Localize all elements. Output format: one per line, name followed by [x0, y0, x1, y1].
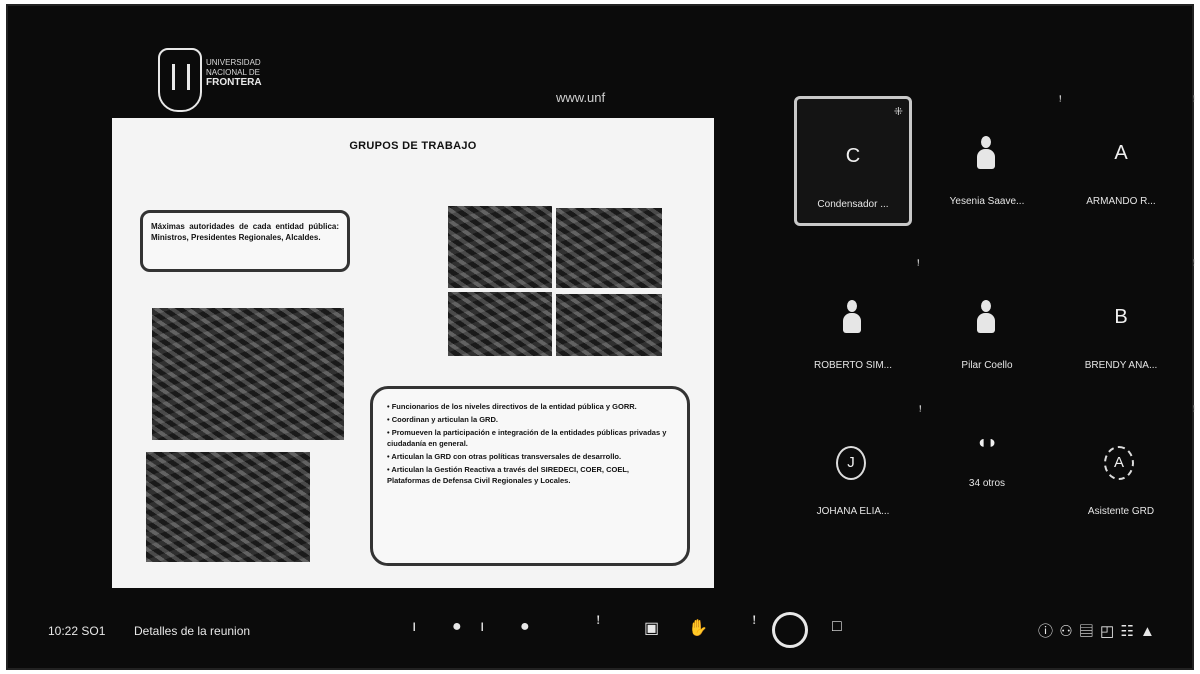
participant-name: ROBERTO SIM...: [814, 360, 892, 371]
participant-photo: [976, 300, 996, 333]
participant-avatar: J: [836, 446, 866, 480]
meeting-details-link[interactable]: Detalles de la reunion: [134, 624, 250, 638]
slide-title: GRUPOS DE TRABAJO: [349, 140, 477, 152]
muted-mic-icon: ꜝ: [916, 260, 920, 274]
participant-name: Pilar Coello: [961, 360, 1013, 371]
muted-mic-icon: ꜝ: [1192, 406, 1196, 420]
participant-avatar: A: [1104, 446, 1134, 480]
meeting-time: 10:22 SO1: [48, 624, 106, 638]
camera-dropdown-icon[interactable]: ı: [480, 618, 484, 636]
participant-tile-roberto[interactable]: ꜝ ROBERTO SIM...: [794, 260, 920, 390]
captions-icon[interactable]: ꜝ: [596, 618, 600, 636]
mic-dropdown-icon[interactable]: ı: [412, 618, 416, 636]
pin-icon[interactable]: ⁜: [894, 105, 903, 118]
university-name: UNIVERSIDAD NACIONAL DE FRONTERA: [206, 58, 286, 88]
share-icon[interactable]: ▣: [644, 618, 659, 638]
participant-name: BRENDY ANA...: [1084, 360, 1158, 371]
participant-tile-johana[interactable]: ꜝ J JOHANA ELIA...: [794, 406, 922, 536]
shared-slide: GRUPOS DE TRABAJO Máximas autoridades de…: [112, 118, 714, 588]
slide-photo-flood: [146, 452, 310, 562]
participant-avatar: C: [845, 145, 861, 167]
participant-name: ARMANDO R...: [1086, 196, 1156, 207]
functions-item: • Funcionarios de los niveles directivos…: [387, 402, 637, 411]
hand-icon[interactable]: ✋: [688, 618, 708, 638]
chat-icon[interactable]: ▤: [1079, 623, 1095, 640]
participant-tile-brendy[interactable]: ꜝ B BRENDY ANA...: [1062, 260, 1196, 390]
more-options-icon[interactable]: ꜝ: [752, 618, 756, 636]
leave-button[interactable]: [772, 612, 808, 648]
muted-mic-icon: ꜝ: [1192, 260, 1196, 274]
muted-mic-icon: ꜝ: [918, 406, 922, 420]
slide-url: www.unf: [556, 90, 606, 105]
participant-tile-asistente[interactable]: ꜝ A Asistente GRD: [1062, 406, 1196, 536]
participant-avatar: A: [1114, 142, 1128, 164]
functions-item: • Articulan la GRD con otras políticas t…: [387, 452, 622, 461]
university-line-3: FRONTERA: [206, 77, 262, 88]
participant-photo: [976, 136, 996, 169]
university-logo: [158, 48, 202, 112]
settings-icon[interactable]: ☷: [1120, 623, 1134, 640]
participant-tile-others[interactable]: ◖◗ 34 otros: [928, 406, 1046, 536]
participant-tile-pilar[interactable]: Pilar Coello: [928, 260, 1046, 390]
functions-box: • Funcionarios de los niveles directivos…: [370, 386, 690, 566]
camera-icon[interactable]: ●: [520, 618, 530, 636]
slide-photo-meeting-3: [448, 292, 552, 356]
participant-name: Condensador ...: [817, 199, 889, 210]
lock-icon[interactable]: ▲: [1140, 623, 1156, 640]
activities-icon[interactable]: ◰: [1100, 623, 1115, 640]
functions-item: • Articulan la Gestión Reactiva a través…: [387, 465, 630, 485]
participant-name: Yesenia Saave...: [949, 196, 1025, 207]
microphone-icon[interactable]: ●: [452, 618, 462, 636]
participant-name: 34 otros: [968, 478, 1006, 489]
meeting-screen: UNIVERSIDAD NACIONAL DE FRONTERA www.unf…: [6, 4, 1196, 670]
slide-photo-landslide: [152, 308, 344, 440]
participant-avatar: B: [1114, 306, 1128, 328]
university-line-1: UNIVERSIDAD: [206, 58, 261, 67]
slide-photo-meeting-2: [556, 208, 662, 288]
slide-photo-meeting-1: [448, 206, 552, 288]
participant-photo: [842, 300, 862, 333]
participant-tile-armando[interactable]: ꜝ A ARMANDO R...: [1062, 96, 1196, 226]
authorities-box: Máximas autoridades de cada entidad públ…: [140, 210, 350, 272]
group-icon: ◖◗: [976, 432, 998, 452]
slide-photo-meeting-4: [556, 294, 662, 356]
right-toolbar: ⓘ ⚇ ▤ ◰ ☷ ▲: [1038, 620, 1156, 641]
participant-tile-yesenia[interactable]: ꜝ Yesenia Saave...: [928, 96, 1062, 226]
participant-name: JOHANA ELIA...: [816, 506, 890, 517]
info-icon[interactable]: ⓘ: [1038, 623, 1054, 640]
participant-name: Asistente GRD: [1087, 506, 1155, 517]
functions-item: • Coordinan y articulan la GRD.: [387, 415, 498, 424]
participant-tile-condensador[interactable]: ⁜ C Condensador ...: [794, 96, 912, 226]
people-icon[interactable]: ⚇: [1059, 623, 1073, 640]
muted-mic-icon: ꜝ: [1192, 96, 1196, 110]
functions-item: • Promueven la participación e integraci…: [387, 428, 667, 448]
square-icon[interactable]: □: [832, 618, 842, 636]
